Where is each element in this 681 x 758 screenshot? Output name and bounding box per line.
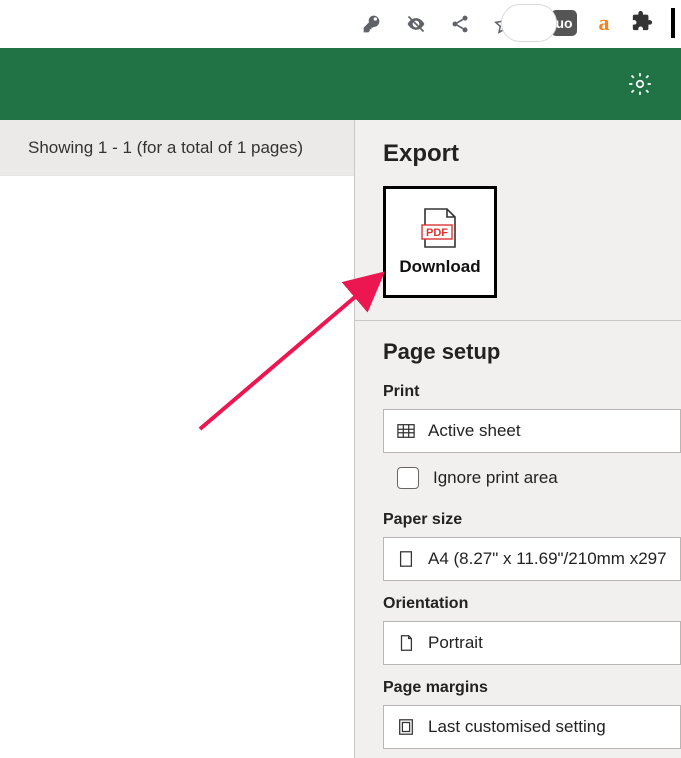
paper-size-label: Paper size (383, 511, 681, 529)
gear-icon[interactable] (627, 71, 653, 97)
svg-text:PDF: PDF (426, 227, 448, 239)
extensions-puzzle-icon[interactable] (631, 10, 653, 37)
app-header (0, 48, 681, 120)
print-range-value: Active sheet (428, 421, 521, 441)
page-margins-value: Last customised setting (428, 717, 606, 737)
page-margins-label: Page margins (383, 679, 681, 697)
download-label: Download (399, 257, 480, 277)
download-pdf-button[interactable]: PDF Download (383, 186, 497, 298)
omnibox-icons (361, 0, 515, 48)
orientation-dropdown[interactable]: Portrait (383, 621, 681, 665)
print-range-dropdown[interactable]: Active sheet (383, 409, 681, 453)
page-setup-heading: Page setup (383, 339, 681, 365)
settings-pane: Export PDF Download Page setup Print Act… (354, 120, 681, 758)
extensions-area: uo a (539, 4, 681, 42)
extension-pill (501, 4, 557, 42)
ignore-print-area-row: Ignore print area (383, 467, 681, 489)
eye-off-icon[interactable] (405, 13, 427, 35)
divider (355, 320, 681, 321)
ublock-label: uo (555, 15, 572, 31)
portrait-page-icon (396, 633, 416, 653)
paper-size-value: A4 (8.27" x 11.69"/210mm x297 (428, 549, 667, 569)
main-split: Showing 1 - 1 (for a total of 1 pages) E… (0, 120, 681, 758)
sheet-grid-icon (396, 421, 416, 441)
export-heading: Export (383, 140, 681, 168)
showing-text: Showing 1 - 1 (for a total of 1 pages) (28, 138, 303, 158)
orientation-label: Orientation (383, 595, 681, 613)
key-icon[interactable] (361, 13, 383, 35)
extension-a-label: a (599, 10, 610, 36)
window-edge (671, 8, 675, 38)
print-label: Print (383, 383, 681, 401)
preview-pane: Showing 1 - 1 (for a total of 1 pages) (0, 120, 354, 758)
page-margins-dropdown[interactable]: Last customised setting (383, 705, 681, 749)
browser-top-bar: uo a (0, 0, 681, 48)
preview-status-bar: Showing 1 - 1 (for a total of 1 pages) (0, 120, 354, 176)
ignore-print-area-checkbox[interactable] (397, 467, 419, 489)
ignore-print-area-label: Ignore print area (433, 468, 558, 488)
pdf-file-icon: PDF (417, 207, 463, 249)
share-icon[interactable] (449, 13, 471, 35)
extension-a-icon[interactable]: a (591, 10, 617, 36)
orientation-value: Portrait (428, 633, 483, 653)
paper-size-dropdown[interactable]: A4 (8.27" x 11.69"/210mm x297 (383, 537, 681, 581)
page-icon (396, 549, 416, 569)
margins-icon (396, 717, 416, 737)
